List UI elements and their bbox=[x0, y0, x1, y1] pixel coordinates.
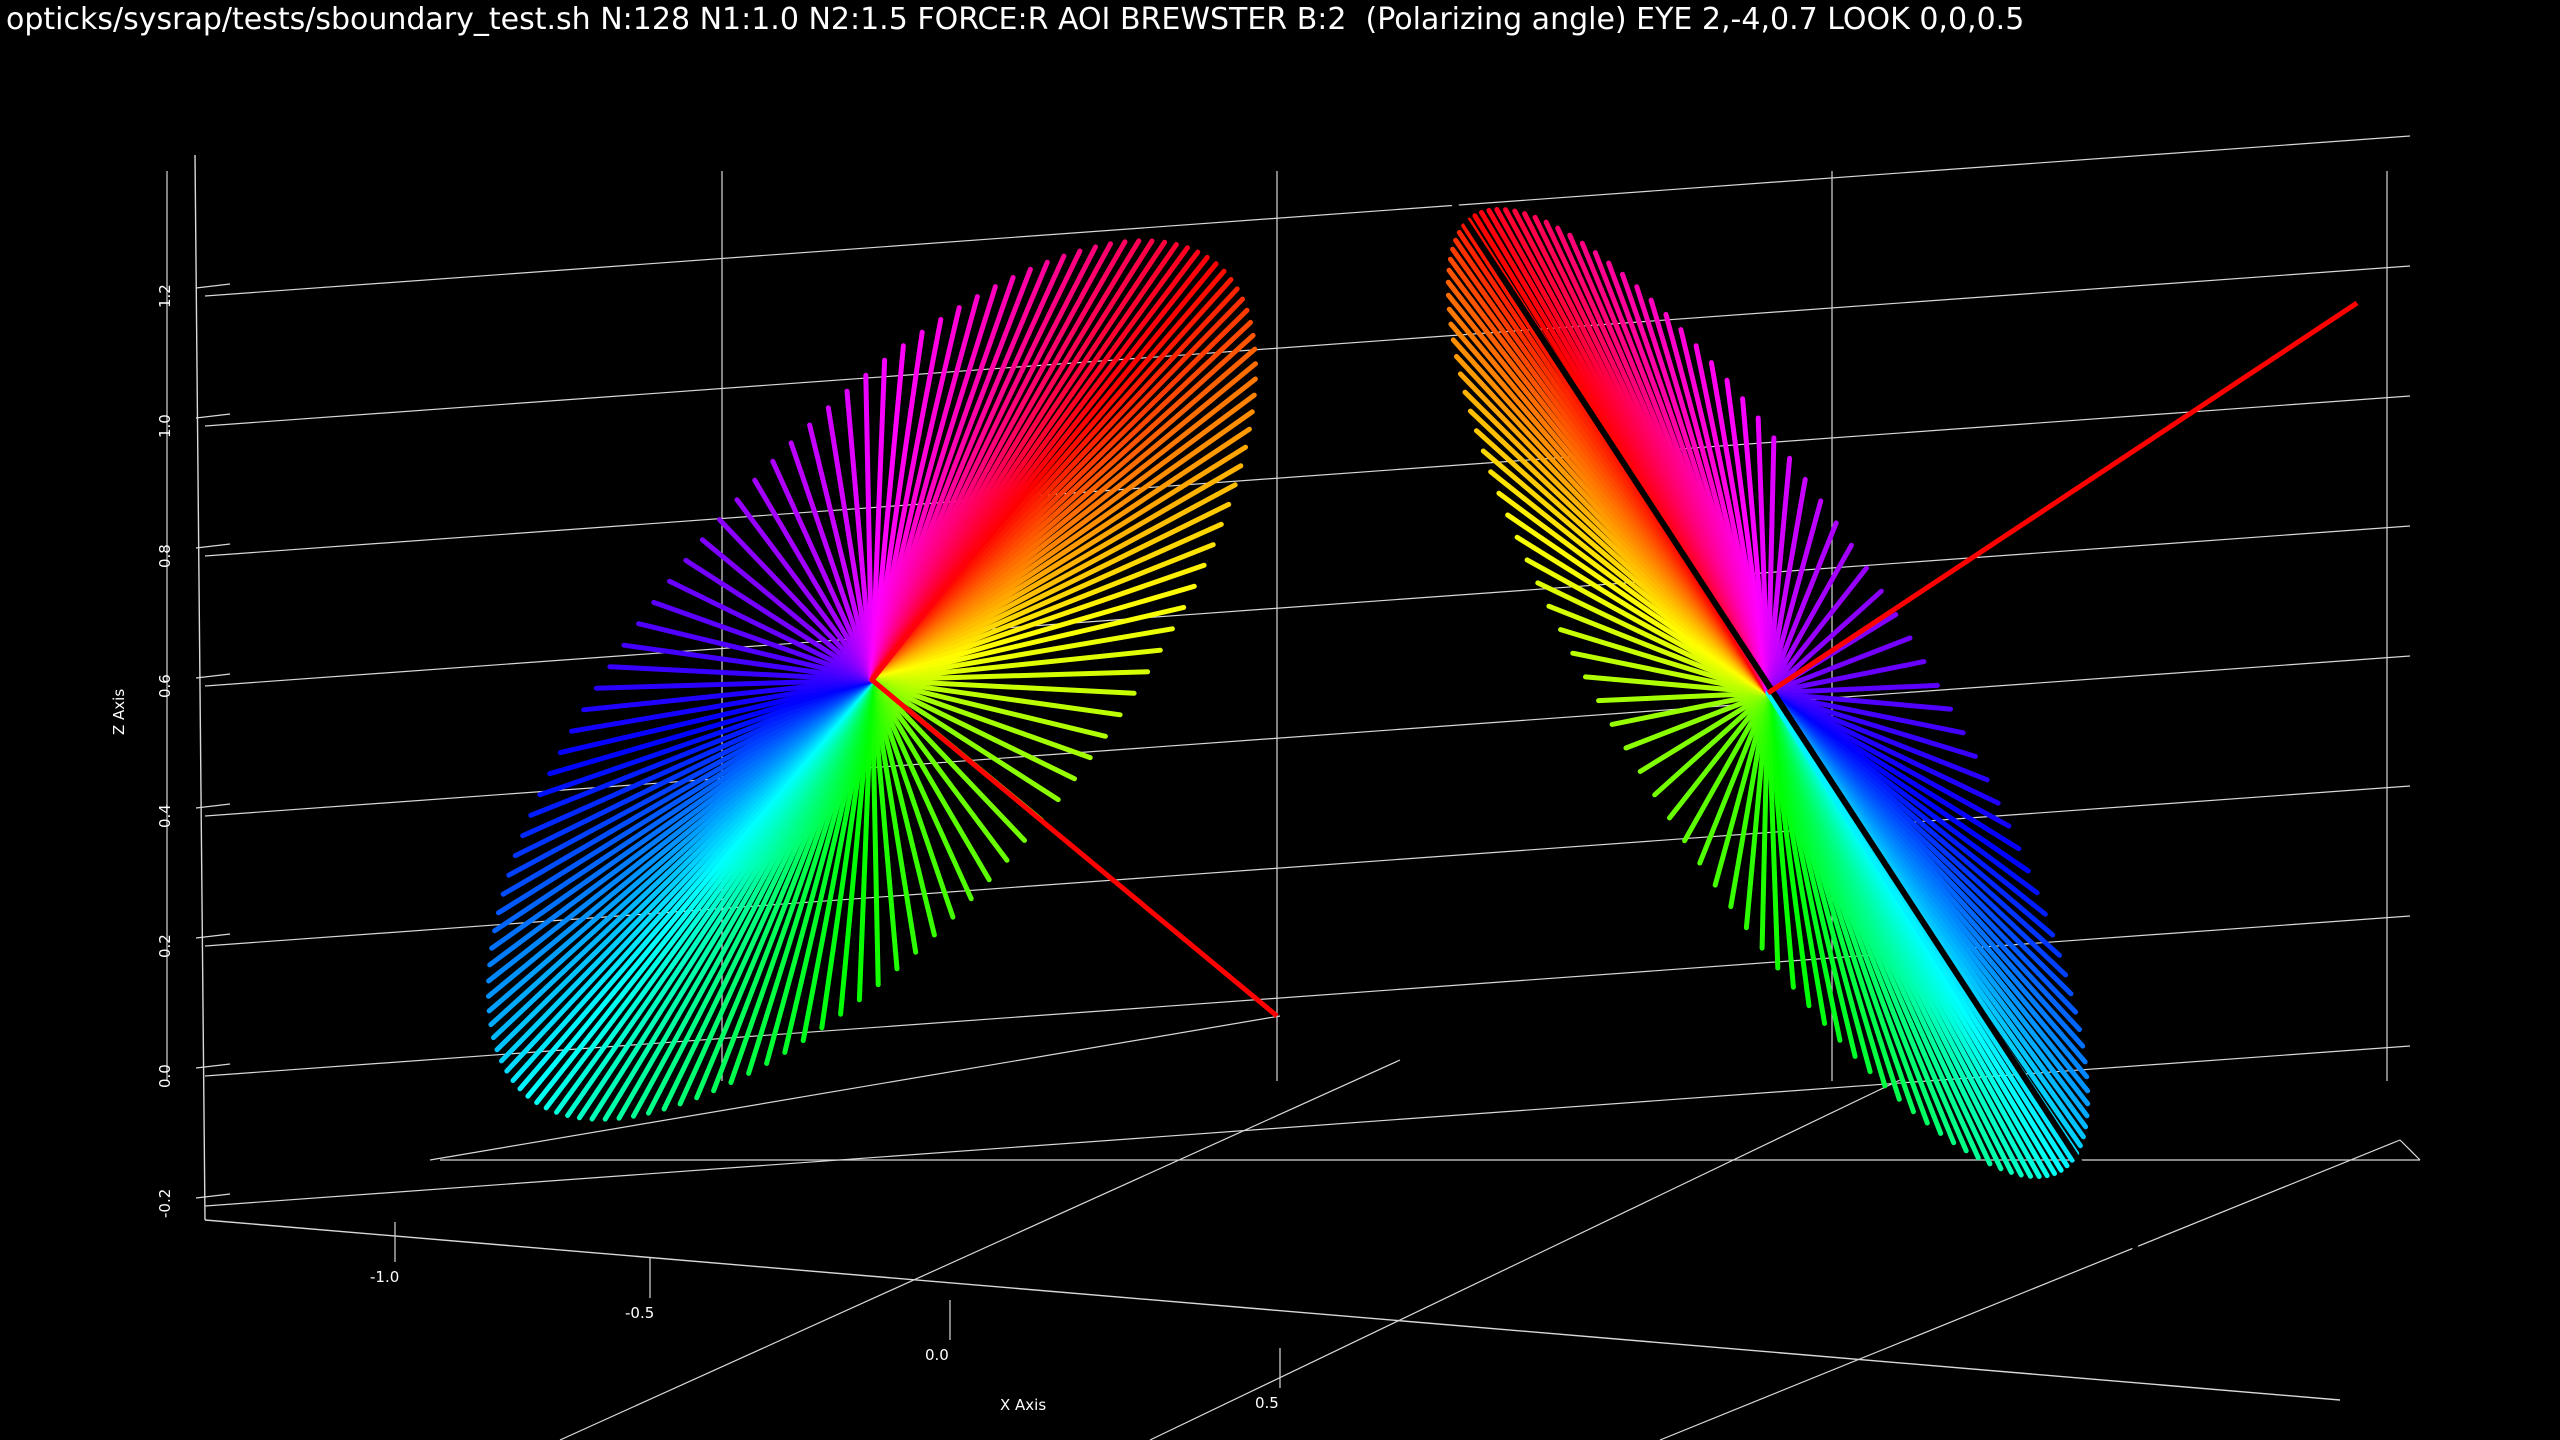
disk-edge-line bbox=[1449, 198, 2153, 1272]
z-tick-label: 0.8 bbox=[156, 544, 174, 568]
z-tick-label: 0.2 bbox=[156, 934, 174, 958]
axis-line bbox=[194, 154, 206, 1221]
z-tick-mark bbox=[195, 1063, 231, 1069]
z-axis-label: Z Axis bbox=[110, 689, 128, 735]
grid-line bbox=[204, 525, 2411, 687]
grid-line bbox=[204, 785, 2411, 947]
reflected-ray bbox=[1766, 300, 2359, 696]
z-tick-label: 1.0 bbox=[156, 414, 174, 438]
z-tick-mark bbox=[195, 933, 231, 939]
grid-line bbox=[204, 135, 2411, 297]
grid-lines bbox=[166, 135, 2421, 1440]
x-tick-label: -0.5 bbox=[625, 1304, 654, 1322]
x-tick-label: 0.5 bbox=[1255, 1394, 1279, 1412]
grid-line bbox=[204, 265, 2411, 427]
z-tick-mark bbox=[195, 413, 231, 419]
z-tick-mark bbox=[195, 1193, 231, 1199]
z-tick-label: 0.6 bbox=[156, 674, 174, 698]
reflected-polarization-disk bbox=[1445, 198, 2153, 1272]
grid-line bbox=[429, 1015, 1281, 1161]
z-tick-mark bbox=[195, 673, 231, 679]
plot-canvas: -1.0-0.50.00.5-0.20.00.20.40.60.81.01.2 … bbox=[110, 135, 2421, 1440]
z-tick-mark bbox=[195, 283, 231, 289]
x-tick-label: 0.0 bbox=[925, 1346, 949, 1364]
x-tick-label: -1.0 bbox=[370, 1268, 399, 1286]
z-tick-label: -0.2 bbox=[156, 1189, 174, 1218]
z-tick-label: 0.4 bbox=[156, 804, 174, 828]
axis-line bbox=[204, 1219, 2341, 1401]
z-tick-label: 1.2 bbox=[156, 284, 174, 308]
grid-line bbox=[2399, 1139, 2421, 1161]
z-tick-label: 0.0 bbox=[156, 1064, 174, 1088]
z-tick-mark bbox=[195, 543, 231, 549]
grid-line bbox=[1149, 1079, 1901, 1440]
grid-line bbox=[204, 395, 2411, 557]
grid-line bbox=[204, 655, 2411, 817]
x-axis-label: X Axis bbox=[1000, 1396, 1046, 1414]
